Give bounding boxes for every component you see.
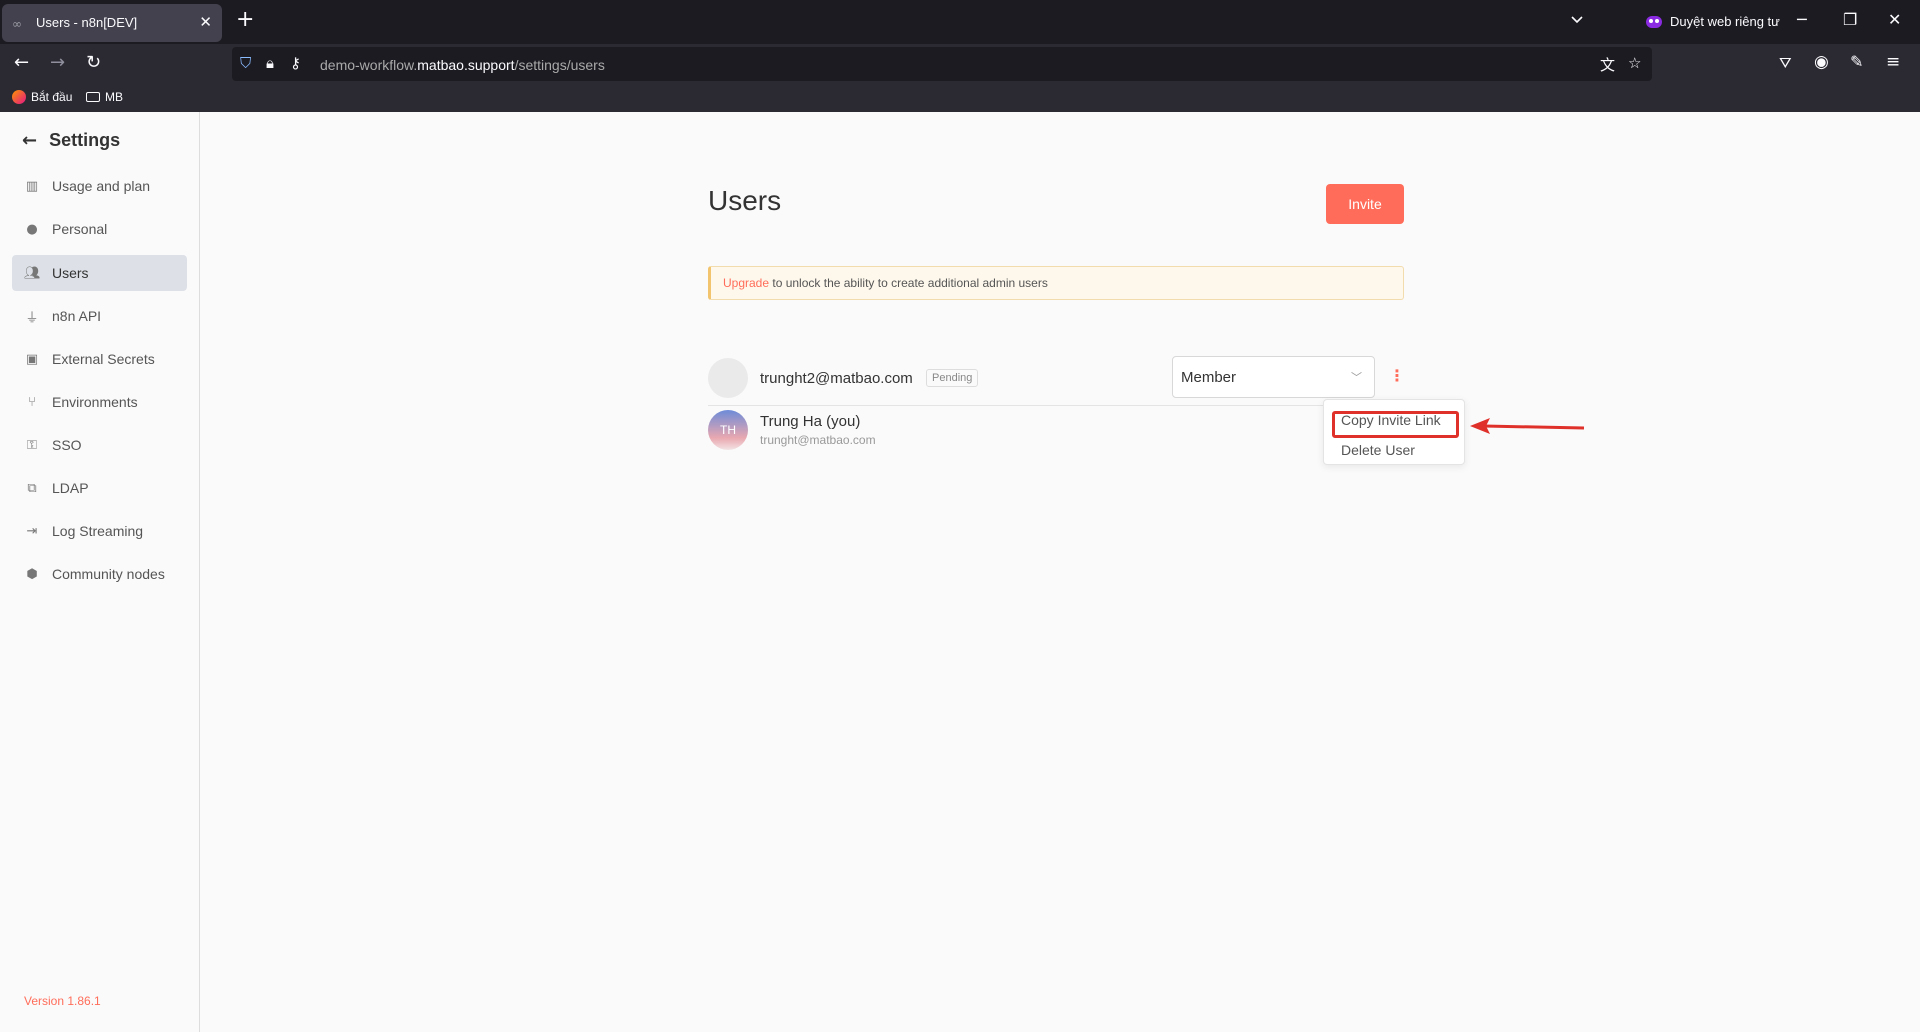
- sidebar-item-ldap[interactable]: ⧉ LDAP: [12, 470, 187, 506]
- sidebar-item-label: Log Streaming: [52, 523, 144, 539]
- branch-icon: ⑂: [28, 394, 36, 410]
- sidebar-item-external-secrets[interactable]: ▣ External Secrets: [12, 341, 187, 377]
- sidebar-item-label: SSO: [52, 437, 82, 453]
- user-circle-icon: ●: [26, 221, 38, 237]
- private-mask-icon: [1646, 15, 1662, 28]
- sidebar-item-environments[interactable]: ⑂ Environments: [12, 384, 187, 420]
- banner-text: to unlock the ability to create addition…: [769, 276, 1048, 290]
- menu-hamburger-icon[interactable]: ≡: [1886, 52, 1900, 72]
- back-arrow-icon[interactable]: ←: [14, 52, 29, 73]
- sidebar-item-label: n8n API: [52, 308, 102, 324]
- settings-sidebar: ← Settings ▥ Usage and plan ● Personal 👥…: [0, 112, 200, 1032]
- version-label: Version 1.86.1: [24, 994, 101, 1008]
- reload-icon[interactable]: ↻: [86, 52, 101, 73]
- minimize-icon[interactable]: ─: [1797, 10, 1807, 29]
- role-value: Member: [1181, 369, 1237, 386]
- role-select[interactable]: Member ﹀: [1172, 356, 1375, 398]
- user-lock-icon: ⚿: [27, 437, 37, 453]
- tab-close-icon[interactable]: ✕: [199, 13, 212, 31]
- upgrade-link[interactable]: Upgrade: [723, 276, 769, 290]
- tab-list-chevron-icon[interactable]: [1570, 12, 1584, 26]
- key-icon[interactable]: ⚷: [290, 54, 301, 72]
- bookmark-mb[interactable]: MB: [86, 90, 123, 104]
- forward-arrow-icon[interactable]: →: [50, 52, 65, 73]
- shield-icon[interactable]: ⛉: [240, 54, 251, 72]
- page-title: Users: [708, 185, 782, 216]
- sidebar-item-log-streaming[interactable]: ⇥ Log Streaming: [12, 513, 187, 549]
- sidebar-item-label: External Secrets: [52, 351, 155, 367]
- sidebar-item-community-nodes[interactable]: ⬢ Community nodes: [12, 556, 187, 592]
- restore-icon[interactable]: ❐: [1843, 10, 1857, 29]
- network-icon: ⧉: [27, 480, 37, 496]
- browser-tab[interactable]: ∞ Users - n8n[DEV] ✕: [2, 4, 222, 42]
- upgrade-banner: Upgrade to unlock the ability to create …: [708, 266, 1404, 300]
- bookmark-star-icon[interactable]: ☆: [1628, 54, 1641, 72]
- sign-in-icon: ⇥: [26, 523, 38, 539]
- bookmark-label: MB: [105, 90, 123, 104]
- sidebar-item-usage-and-plan[interactable]: ▥ Usage and plan: [12, 168, 187, 204]
- chevron-down-icon: ﹀: [1351, 371, 1362, 384]
- bookmarks-bar: Bắt đầu MB: [0, 84, 1920, 112]
- sidebar-item-label: Environments: [52, 394, 138, 410]
- plug-icon: ⏚: [25, 310, 39, 326]
- sidebar-item-label: Usage and plan: [52, 178, 151, 194]
- user-name: Trung Ha (you): [760, 413, 861, 430]
- status-badge: Pending: [926, 369, 979, 387]
- n8n-icon: ∞: [12, 17, 22, 31]
- url-bar[interactable]: ⛉ 🔒︎ ⚷ demo-workflow.matbao.support/sett…: [232, 47, 1652, 81]
- annotation-arrow-icon: [1470, 418, 1585, 434]
- invite-button[interactable]: Invite: [1326, 184, 1404, 224]
- avatar: [708, 358, 748, 398]
- more-actions-icon[interactable]: ⋮: [1389, 368, 1405, 384]
- vault-icon: ▣: [25, 351, 39, 367]
- private-browsing-label: Duyệt web riêng tư: [1670, 14, 1780, 29]
- sidebar-item-sso[interactable]: ⚿ SSO: [12, 427, 187, 463]
- sidebar-item-label: Community nodes: [52, 566, 165, 582]
- pocket-icon[interactable]: ⛛: [1779, 54, 1792, 72]
- sidebar-item-label: Personal: [52, 221, 108, 237]
- settings-title: Settings: [49, 130, 121, 150]
- sidebar-item-label: Users: [52, 265, 89, 281]
- chart-icon: ▥: [25, 178, 39, 194]
- tab-title: Users - n8n[DEV]: [36, 15, 138, 30]
- back-arrow-icon[interactable]: ←: [22, 130, 37, 151]
- translate-icon[interactable]: 文: [1600, 54, 1615, 75]
- avatar: TH: [708, 410, 748, 450]
- bookmark-label: Bắt đầu: [31, 90, 73, 104]
- browser-nav-bar: ← → ↻ ⛉ 🔒︎ ⚷ demo-workflow.matbao.suppor…: [0, 44, 1920, 84]
- delete-user-item[interactable]: Delete User: [1341, 442, 1415, 458]
- new-tab-button[interactable]: +: [236, 9, 254, 31]
- users-icon: 👥︎: [24, 265, 41, 281]
- folder-icon: [86, 92, 100, 102]
- private-browsing-indicator: Duyệt web riêng tư: [1646, 14, 1780, 29]
- user-row: trunght2@matbao.com Pending Member ﹀ ⋮: [708, 356, 1405, 406]
- user-email: trunght2@matbao.com: [760, 370, 913, 387]
- account-icon[interactable]: ◉: [1814, 52, 1829, 72]
- user-email: trunght@matbao.com: [760, 433, 876, 447]
- user-row: TH Trung Ha (you) trunght@matbao.com: [708, 408, 1404, 458]
- sidebar-item-personal[interactable]: ● Personal: [12, 211, 187, 247]
- url-text[interactable]: demo-workflow.matbao.support/settings/us…: [320, 57, 605, 73]
- sidebar-item-n8n-api[interactable]: ⏚ n8n API: [12, 298, 187, 334]
- cube-icon: ⬢: [26, 566, 38, 582]
- settings-back[interactable]: ← Settings: [22, 130, 120, 151]
- sidebar-item-users[interactable]: 👥︎ Users: [12, 255, 187, 291]
- sidebar-item-label: LDAP: [52, 480, 89, 496]
- firefox-icon: [12, 90, 26, 104]
- extensions-icon[interactable]: ✎: [1850, 52, 1863, 71]
- bookmark-batdau[interactable]: Bắt đầu: [12, 90, 72, 104]
- annotation-highlight-box: [1332, 411, 1459, 438]
- window-close-icon[interactable]: ✕: [1888, 10, 1901, 29]
- lock-icon[interactable]: 🔒︎: [266, 54, 274, 72]
- main-content: Users Invite Upgrade to unlock the abili…: [201, 112, 1920, 1032]
- browser-tab-bar: ∞ Users - n8n[DEV] ✕ + Duyệt web riêng t…: [0, 0, 1920, 44]
